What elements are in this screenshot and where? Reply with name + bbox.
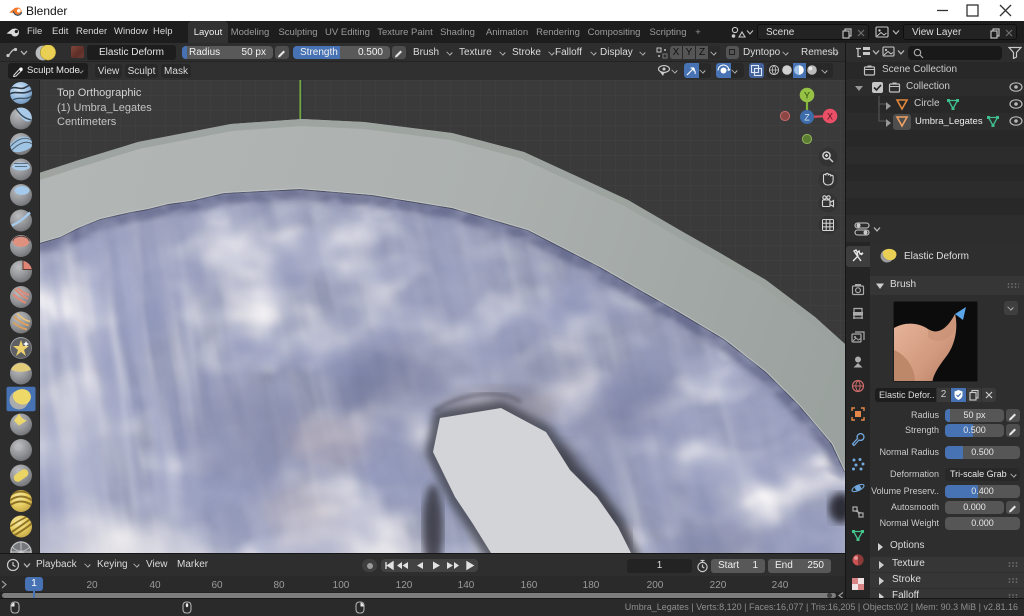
svg-text:Z: Z — [804, 113, 810, 123]
svg-text:60: 60 — [211, 580, 223, 591]
svg-text:80: 80 — [273, 580, 285, 591]
svg-text:240: 240 — [772, 580, 789, 591]
svg-text:Y: Y — [804, 91, 810, 101]
svg-text:(1) Umbra_Legates: (1) Umbra_Legates — [57, 102, 152, 114]
svg-text:120: 120 — [396, 580, 413, 591]
svg-text:X: X — [827, 112, 833, 122]
svg-text:Top Orthographic: Top Orthographic — [57, 87, 142, 99]
svg-text:160: 160 — [521, 580, 538, 591]
svg-text:20: 20 — [86, 580, 98, 591]
svg-text:100: 100 — [333, 580, 350, 591]
svg-text:220: 220 — [710, 580, 727, 591]
svg-text:200: 200 — [647, 580, 664, 591]
svg-text:Centimeters: Centimeters — [57, 116, 117, 128]
svg-text:40: 40 — [149, 580, 161, 591]
svg-text:180: 180 — [583, 580, 600, 591]
svg-text:140: 140 — [458, 580, 475, 591]
